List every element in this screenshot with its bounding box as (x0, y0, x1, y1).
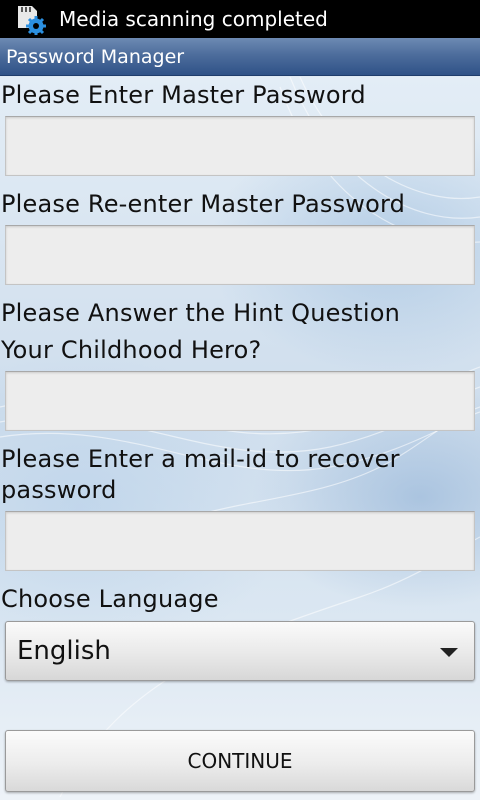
continue-button[interactable]: CONTINUE (5, 730, 475, 792)
status-notification-text: Media scanning completed (59, 7, 328, 31)
sd-card-gear-icon (18, 6, 46, 35)
reenter-password-input[interactable] (6, 226, 474, 284)
hint-answer-field[interactable] (5, 371, 475, 431)
mail-id-input[interactable] (6, 512, 474, 570)
reenter-password-field[interactable] (5, 225, 475, 285)
master-password-field[interactable] (5, 116, 475, 176)
language-select[interactable]: English (5, 621, 475, 681)
form-container: Please Enter Master Password Please Re-e… (0, 77, 480, 800)
reenter-password-label: Please Re-enter Master Password (1, 190, 406, 218)
app-title: Password Manager (6, 46, 185, 68)
master-password-label: Please Enter Master Password (1, 81, 366, 109)
status-bar: Media scanning completed (0, 0, 480, 38)
hint-question-label: Please Answer the Hint Question (1, 299, 401, 327)
dropdown-arrow-icon (440, 648, 458, 657)
hint-answer-input[interactable] (6, 372, 474, 430)
hint-question-text: Your Childhood Hero? (1, 336, 262, 364)
mail-id-label-line2: password (1, 476, 117, 504)
background-swirl (0, 77, 480, 798)
app-title-bar: Password Manager (0, 38, 480, 76)
master-password-input[interactable] (6, 117, 474, 175)
mail-id-field[interactable] (5, 511, 475, 571)
mail-id-label-line1: Please Enter a mail-id to recover (1, 445, 400, 473)
language-label: Choose Language (1, 585, 219, 613)
language-selected-value: English (17, 636, 111, 666)
